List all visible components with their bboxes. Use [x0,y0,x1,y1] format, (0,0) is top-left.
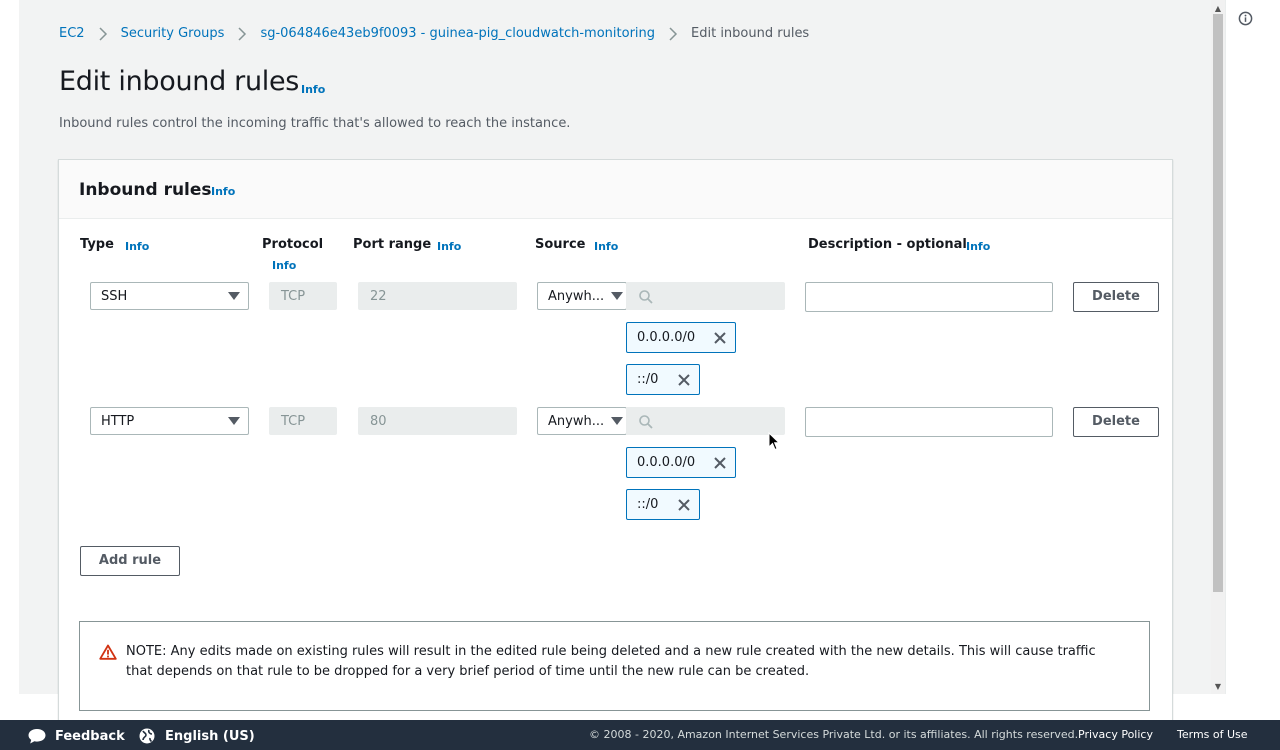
info-circle-icon[interactable] [1238,11,1253,26]
port-range-info-link[interactable]: Info [437,240,461,253]
help-panel-rail [1225,0,1280,694]
column-source: Source [535,237,586,252]
chevron-right-icon [99,26,107,41]
cidr-token-label: 0.0.0.0/0 [637,330,696,345]
close-icon[interactable] [677,373,691,387]
protocol-value: TCP [281,289,306,304]
type-info-link[interactable]: Info [125,240,149,253]
rule-type-select[interactable]: HTTP [90,407,249,435]
delete-rule-button[interactable]: Delete [1073,282,1159,312]
search-icon [639,290,653,304]
title-info-link[interactable]: Info [301,83,325,96]
port-range-field: 80 [358,407,517,435]
column-port-range: Port range [353,237,432,252]
cidr-search-input[interactable] [626,407,785,435]
cidr-token: ::/0 [626,489,700,520]
rule-type-value: HTTP [101,414,135,429]
port-range-field: 22 [358,282,517,310]
close-icon[interactable] [677,498,691,512]
rule-type-value: SSH [101,289,128,304]
search-icon [639,415,653,429]
description-input[interactable] [805,407,1053,437]
cidr-search-input[interactable] [626,282,785,310]
source-select[interactable]: Anywh... [537,282,627,310]
privacy-policy-link[interactable]: Privacy Policy [1078,728,1153,741]
warning-note-text: NOTE: Any edits made on existing rules w… [126,644,1096,679]
cidr-token: ::/0 [626,364,700,395]
close-icon[interactable] [713,456,727,470]
breadcrumb: EC2 Security Groups sg-064846e43eb9f0093… [59,26,809,41]
description-info-link[interactable]: Info [966,240,990,253]
page-title: Edit inbound rules [59,66,300,97]
source-value: Anywh... [548,289,605,304]
add-rule-button[interactable]: Add rule [80,546,180,576]
cidr-token-label: ::/0 [637,497,659,512]
protocol-field: TCP [269,407,337,435]
language-label: English (US) [165,728,255,744]
column-description: Description - optional [808,237,967,252]
port-range-value: 80 [370,414,387,429]
column-protocol: Protocol [262,237,324,252]
warning-note: NOTE: Any edits made on existing rules w… [79,621,1150,711]
source-info-link[interactable]: Info [594,240,618,253]
language-selector[interactable]: English (US) [138,727,255,745]
caret-down-icon [228,417,240,425]
scrollbar-thumb[interactable] [1213,14,1223,592]
globe-icon [139,728,155,744]
scroll-down-arrow-icon[interactable]: ▼ [1212,682,1224,691]
mouse-cursor-icon [768,432,780,451]
cidr-token: 0.0.0.0/0 [626,322,736,353]
page-description: Inbound rules control the incoming traff… [59,116,571,131]
protocol-info-link[interactable]: Info [272,259,296,272]
cidr-token-label: ::/0 [637,372,659,387]
caret-down-icon [228,292,240,300]
caret-down-icon [611,417,623,425]
speech-bubble-icon [28,729,46,744]
port-range-value: 22 [370,289,387,304]
feedback-button[interactable]: Feedback [27,727,125,745]
breadcrumb-security-groups[interactable]: Security Groups [121,26,225,41]
column-type: Type [80,237,114,252]
protocol-value: TCP [281,414,306,429]
panel-header: Inbound rules Info [59,160,1172,219]
breadcrumb-current: Edit inbound rules [691,26,810,41]
cidr-token: 0.0.0.0/0 [626,447,736,478]
breadcrumb-ec2[interactable]: EC2 [59,26,85,41]
warning-icon [99,644,117,660]
panel-title: Inbound rules [79,180,212,200]
feedback-label: Feedback [55,728,125,744]
caret-down-icon [611,292,623,300]
chevron-right-icon [669,26,678,41]
terms-of-use-link[interactable]: Terms of Use [1177,728,1248,741]
panel-info-link[interactable]: Info [211,185,235,198]
delete-rule-button[interactable]: Delete [1073,407,1159,437]
console-footer: Feedback English (US) © 2008 - 2020, Ama… [0,720,1280,750]
inbound-rules-panel: Inbound rules Info Type Info Protocol In… [58,159,1173,721]
description-input[interactable] [805,282,1053,312]
cidr-token-label: 0.0.0.0/0 [637,455,696,470]
scroll-up-arrow-icon[interactable]: ▲ [1212,4,1224,13]
chevron-right-icon [238,26,247,41]
rule-type-select[interactable]: SSH [90,282,249,310]
copyright-text: © 2008 - 2020, Amazon Internet Services … [589,728,1079,741]
source-value: Anywh... [548,414,605,429]
breadcrumb-security-group-id[interactable]: sg-064846e43eb9f0093 - guinea-pig_cloudw… [260,26,655,41]
source-select[interactable]: Anywh... [537,407,627,435]
close-icon[interactable] [713,331,727,345]
protocol-field: TCP [269,282,337,310]
